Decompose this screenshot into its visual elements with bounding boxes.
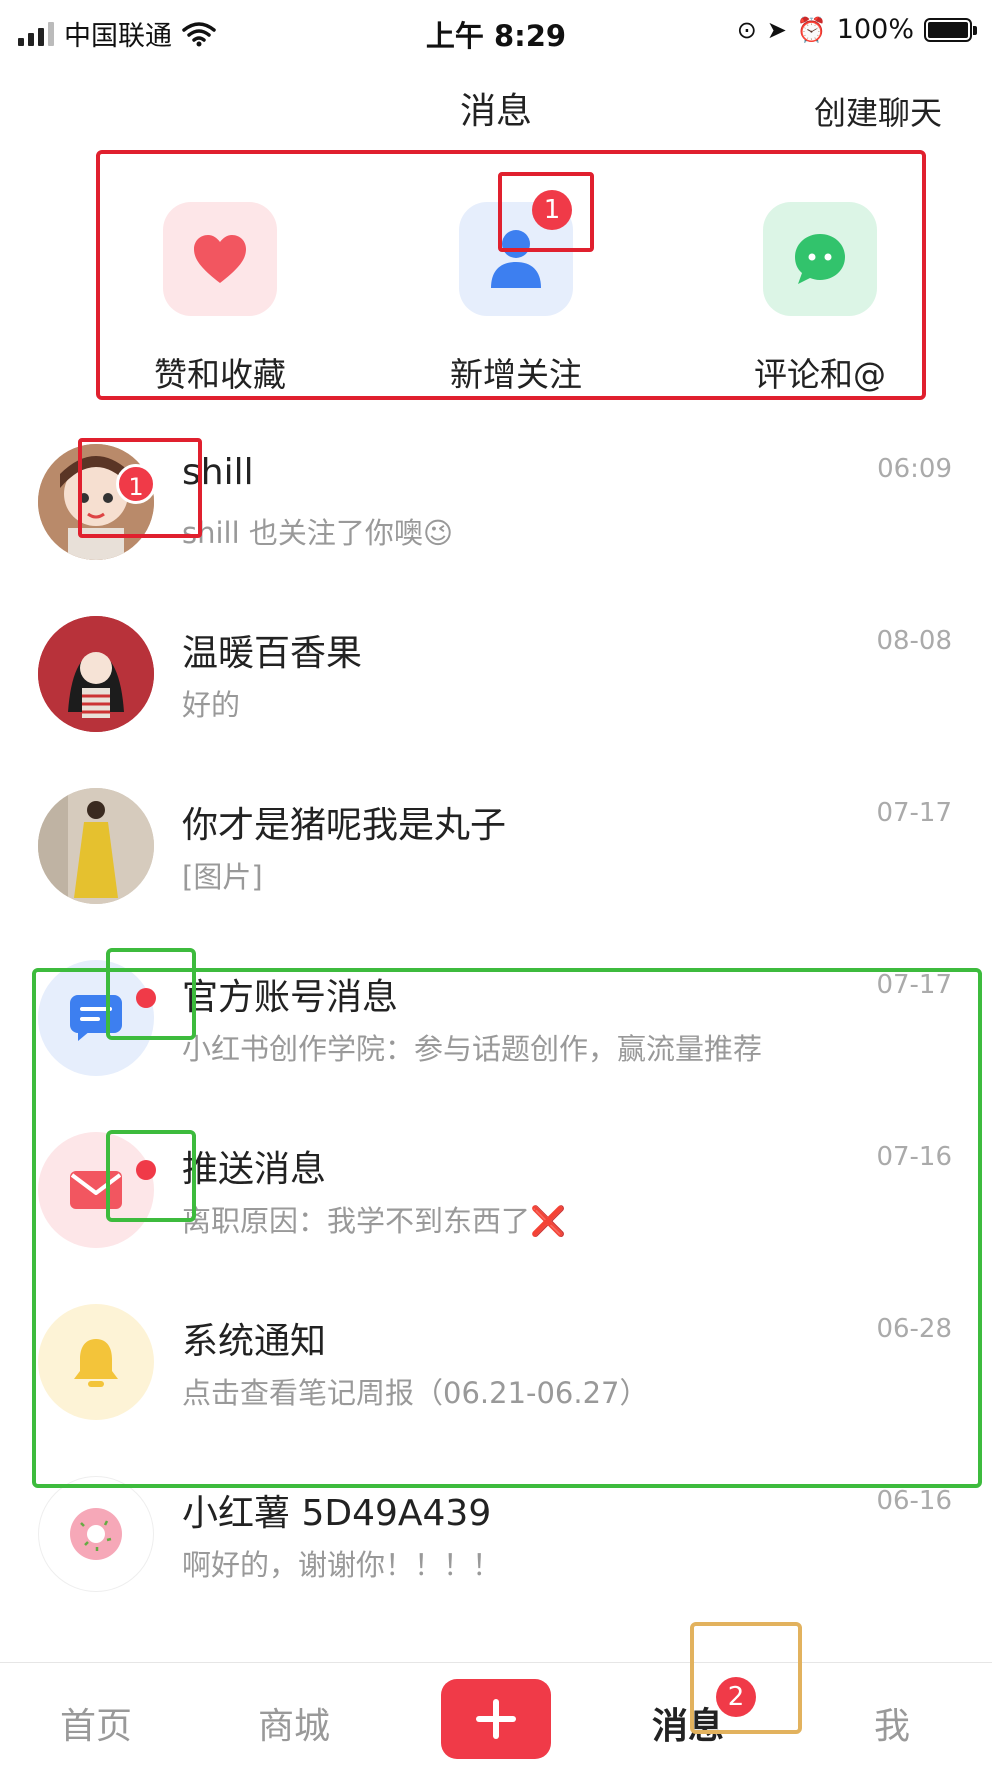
tab-home[interactable]: 首页 [60,1697,132,1749]
heart-icon [194,235,246,283]
conversation-warm-passionfruit[interactable]: 温暖百香果 好的 08-08 [0,586,992,758]
annotation-box-unread-dot [106,1130,196,1222]
battery-icon [924,17,977,42]
avatar [38,1476,154,1592]
annotation-box-tab-badge [690,1622,802,1734]
status-bar: 中国联通 上午 8:29 ⊙ ➤ ⏰ 100% [0,0,992,62]
chat-bubble-icon [795,234,845,284]
wink-emoji: 😉 [422,516,454,550]
post-button[interactable] [441,1679,551,1759]
conversation-time: 06:09 [877,454,952,484]
tab-bar: 首页 商城 消息 2 我 [0,1662,992,1770]
conversation-preview: shill 也关注了你噢😉 [182,516,454,550]
location-icon: ➤ [766,15,787,44]
conversation-wanzi[interactable]: 你才是猪呢我是丸子 [图片] 07-17 [0,758,992,930]
annotation-box-follows-badge [498,172,594,252]
conversation-time: 07-17 [876,798,952,828]
conversation-time: 06-16 [876,1486,952,1516]
shortcut-label: 赞和收藏 [154,355,286,394]
conversation-preview: [图片] [182,860,263,894]
donut-icon [70,1508,122,1560]
annotation-box-unread-dot [106,948,196,1040]
annotation-box-unread-badge [78,438,202,538]
conversation-name: 你才是猪呢我是丸子 [182,805,507,846]
conversation-time: 08-08 [876,626,952,656]
avatar-image [38,616,154,732]
conversation-name: 小红薯 5D49A439 [182,1493,492,1534]
avatar-image [38,788,154,904]
comments-tile [763,202,877,316]
shortcut-likes-favorites[interactable]: 赞和收藏 [120,202,320,396]
shortcut-comments-mentions[interactable]: 评论和@ [720,202,920,396]
tab-mall[interactable]: 商城 [258,1697,330,1749]
avatar [38,788,154,904]
avatar [38,616,154,732]
shortcut-label: 评论和@ [754,355,886,394]
conversation-name: 温暖百香果 [182,633,363,674]
battery-percent: 100% [836,14,914,45]
rotation-lock-icon: ⊙ [736,15,757,44]
tab-me[interactable]: 我 [874,1697,910,1749]
conversation-preview: 好的 [182,688,241,722]
plus-icon [476,1699,516,1739]
conversation-preview: 啊好的，谢谢你！！！！ [182,1548,502,1582]
annotation-box-system-messages [32,968,982,1488]
create-chat-button[interactable]: 创建聊天 [814,88,942,134]
shortcut-label: 新增关注 [450,355,582,394]
likes-tile [163,202,277,316]
alarm-icon: ⏰ [796,15,827,44]
